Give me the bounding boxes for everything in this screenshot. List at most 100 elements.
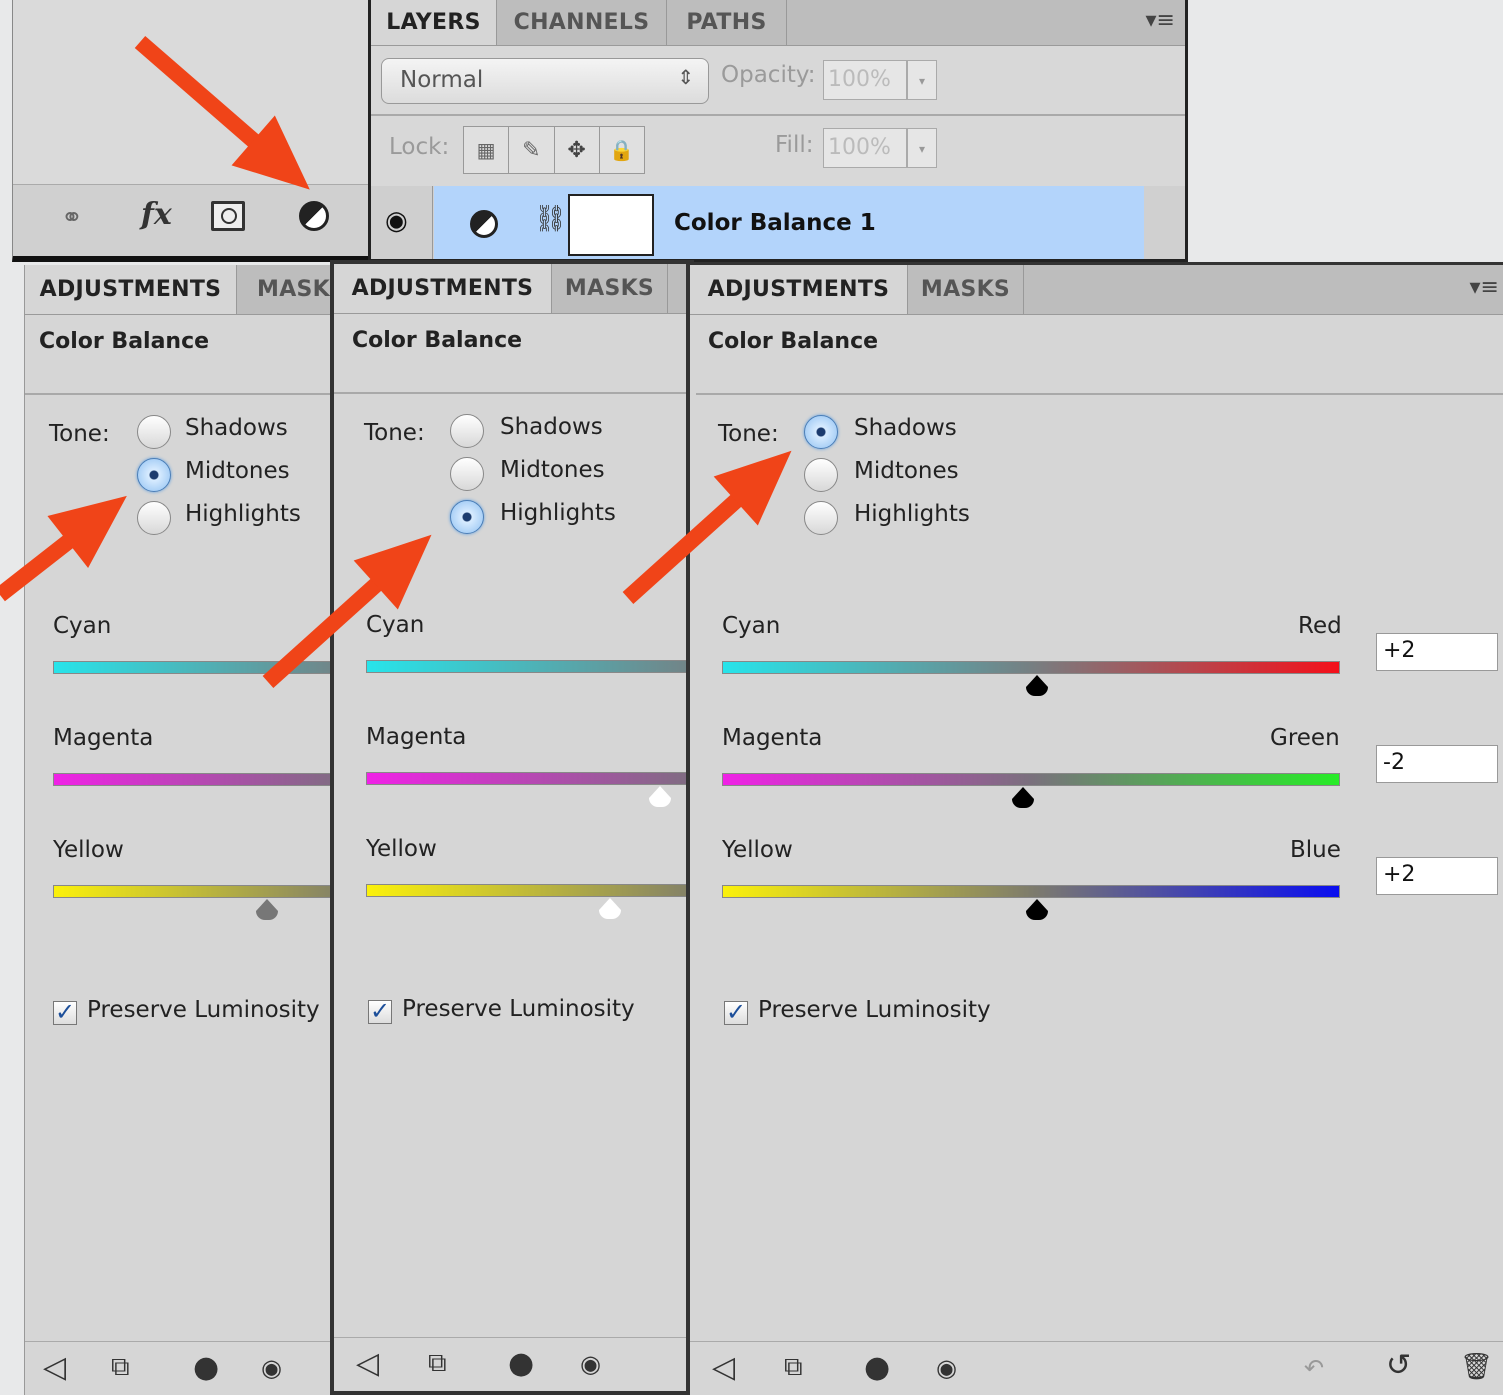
view-previous-icon[interactable]: ● xyxy=(864,1350,890,1385)
yellow-slider-thumb[interactable] xyxy=(599,898,621,919)
link-icon[interactable]: ⚭ xyxy=(61,203,83,233)
panel-menu-icon[interactable]: ▾≡ xyxy=(1470,275,1499,300)
blend-mode-select[interactable]: Normal ⇕ xyxy=(381,58,709,104)
radio-midtones[interactable] xyxy=(137,458,171,492)
mask-icon[interactable] xyxy=(211,201,245,231)
trash-icon[interactable]: 🗑 xyxy=(1460,1352,1493,1382)
view-previous-icon[interactable]: ● xyxy=(508,1346,534,1381)
radio-highlights[interactable] xyxy=(804,501,838,535)
preserve-luminosity-checkbox[interactable]: ✓ xyxy=(724,1000,748,1025)
tab-masks[interactable]: MASKS xyxy=(908,265,1024,314)
layers-footer-toolbar: ⚭ fx xyxy=(13,184,372,256)
visibility-icon[interactable]: ◉ xyxy=(261,1354,282,1382)
radio-highlights[interactable] xyxy=(450,500,484,534)
adjustments-tabbar-1: ADJUSTMENTS MASKS xyxy=(25,265,340,315)
adjustments-tabbar-2: ADJUSTMENTS MASKS xyxy=(334,264,694,314)
tab-masks[interactable]: MASKS xyxy=(552,264,668,313)
clip-icon[interactable]: ⧉ xyxy=(428,1348,447,1379)
back-arrow-icon[interactable]: ◁ xyxy=(356,1346,379,1381)
layer-selection-highlight: ⛓ Color Balance 1 xyxy=(434,186,1144,259)
back-arrow-icon[interactable]: ◁ xyxy=(712,1350,735,1385)
view-previous-icon[interactable]: ● xyxy=(193,1350,219,1385)
layers-panel: LAYERS CHANNELS PATHS ▾≡ Normal ⇕ Opacit… xyxy=(368,0,1188,262)
yellow-blue-slider[interactable] xyxy=(366,884,694,897)
magenta-slider-thumb[interactable] xyxy=(649,786,671,807)
fx-icon[interactable]: fx xyxy=(141,197,172,232)
visibility-icon[interactable]: ◉ xyxy=(580,1350,601,1378)
blend-mode-value: Normal xyxy=(400,67,484,93)
radio-shadows-label[interactable]: Shadows xyxy=(185,415,288,441)
lock-all-icon[interactable]: 🔒 xyxy=(600,127,644,173)
fill-input[interactable]: 100% xyxy=(823,128,907,168)
yellow-label: Yellow xyxy=(722,837,793,863)
layers-tabbar: LAYERS CHANNELS PATHS ▾≡ xyxy=(371,0,1185,46)
tab-paths[interactable]: PATHS xyxy=(667,0,787,45)
adjustments-panel-highlights: ADJUSTMENTS MASKS Color Balance Tone: Sh… xyxy=(330,260,694,1395)
layer-row-color-balance[interactable]: ◉ ⛓ Color Balance 1 xyxy=(371,186,1185,259)
magenta-green-slider-thumb[interactable] xyxy=(1012,787,1034,808)
yellow-blue-value-input[interactable]: +2 xyxy=(1376,857,1498,895)
radio-highlights-label[interactable]: Highlights xyxy=(500,500,616,526)
tab-channels[interactable]: CHANNELS xyxy=(497,0,667,45)
tone-label: Tone: xyxy=(49,421,110,447)
visibility-icon[interactable]: ◉ xyxy=(936,1354,957,1382)
yellow-label: Yellow xyxy=(366,836,437,862)
magenta-green-value-input[interactable]: -2 xyxy=(1376,745,1498,783)
preserve-luminosity-checkbox[interactable]: ✓ xyxy=(368,999,392,1024)
red-label: Red xyxy=(1298,613,1342,639)
adjustment-layer-icon xyxy=(470,210,498,238)
view-previous-state-icon[interactable]: ↶ xyxy=(1304,1354,1324,1382)
tab-adjustments[interactable]: ADJUSTMENTS xyxy=(334,264,552,313)
radio-midtones-label[interactable]: Midtones xyxy=(500,457,605,483)
yellow-blue-slider[interactable] xyxy=(722,885,1340,898)
radio-shadows[interactable] xyxy=(450,414,484,448)
adjustment-icon[interactable] xyxy=(299,201,329,231)
tab-adjustments[interactable]: ADJUSTMENTS xyxy=(25,265,237,314)
lock-paint-icon[interactable]: ✎ xyxy=(509,127,555,173)
radio-shadows-label[interactable]: Shadows xyxy=(500,414,603,440)
tab-layers[interactable]: LAYERS xyxy=(371,0,497,45)
eye-icon[interactable]: ◉ xyxy=(385,206,408,236)
adjustments-panel-shadows: ADJUSTMENTS MASKS ▾≡ Color Balance Tone:… xyxy=(686,262,1503,1395)
radio-midtones-label[interactable]: Midtones xyxy=(185,458,290,484)
cyan-red-value-input[interactable]: +2 xyxy=(1376,633,1498,671)
preserve-luminosity-checkbox[interactable]: ✓ xyxy=(53,1000,77,1025)
cyan-label: Cyan xyxy=(53,613,112,639)
radio-highlights-label[interactable]: Highlights xyxy=(854,501,970,527)
layer-name[interactable]: Color Balance 1 xyxy=(674,210,876,236)
radio-highlights-label[interactable]: Highlights xyxy=(185,501,301,527)
preserve-luminosity-label[interactable]: Preserve Luminosity xyxy=(758,997,991,1023)
reset-icon[interactable]: ↺ xyxy=(1386,1348,1411,1383)
radio-shadows[interactable] xyxy=(137,415,171,449)
opacity-input[interactable]: 100% xyxy=(823,60,907,100)
layer-mask-thumbnail[interactable] xyxy=(568,194,654,256)
clip-icon[interactable]: ⧉ xyxy=(784,1352,803,1383)
yellow-blue-slider-thumb[interactable] xyxy=(1026,899,1048,920)
radio-midtones[interactable] xyxy=(450,457,484,491)
magenta-green-slider[interactable] xyxy=(722,773,1340,786)
back-arrow-icon[interactable]: ◁ xyxy=(43,1350,66,1385)
clip-icon[interactable]: ⧉ xyxy=(111,1352,130,1383)
yellow-blue-slider[interactable] xyxy=(53,885,340,898)
fill-dropdown[interactable]: ▾ xyxy=(907,128,937,168)
tab-adjustments[interactable]: ADJUSTMENTS xyxy=(690,265,908,314)
magenta-green-slider[interactable] xyxy=(366,772,694,785)
lock-move-icon[interactable]: ✥ xyxy=(555,127,600,173)
radio-shadows-label[interactable]: Shadows xyxy=(854,415,957,441)
cyan-red-slider[interactable] xyxy=(722,661,1340,674)
preserve-luminosity-label[interactable]: Preserve Luminosity xyxy=(87,997,320,1023)
panel-menu-icon[interactable]: ▾≡ xyxy=(1146,8,1175,33)
yellow-slider-thumb[interactable] xyxy=(256,899,278,920)
cyan-red-slider[interactable] xyxy=(366,660,694,673)
chain-icon[interactable]: ⛓ xyxy=(534,204,567,234)
preserve-luminosity-label[interactable]: Preserve Luminosity xyxy=(402,996,635,1022)
cyan-red-slider-thumb[interactable] xyxy=(1026,675,1048,696)
lock-buttons: ▦ ✎ ✥ 🔒 xyxy=(463,126,645,174)
magenta-green-slider[interactable] xyxy=(53,773,340,786)
opacity-dropdown[interactable]: ▾ xyxy=(907,60,937,100)
radio-midtones-label[interactable]: Midtones xyxy=(854,458,959,484)
radio-shadows[interactable] xyxy=(804,415,838,449)
layer-visibility-cell[interactable]: ◉ xyxy=(371,186,433,259)
lock-transparent-icon[interactable]: ▦ xyxy=(464,127,510,173)
tab-masks[interactable]: MASKS xyxy=(237,265,340,314)
